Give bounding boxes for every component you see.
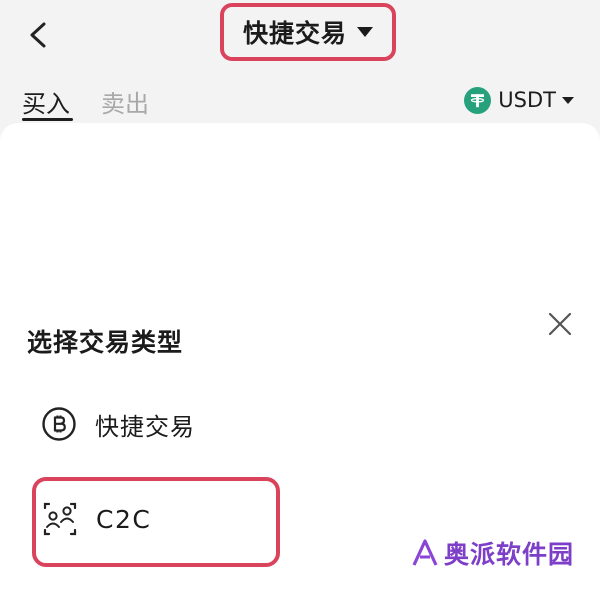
watermark-text: 奥派软件园 [444,540,575,569]
option-c2c[interactable]: C2C [41,497,151,541]
page-title: 快捷交易 [242,19,347,48]
sheet-title: 选择交易类型 [27,328,184,357]
option-quick-trade[interactable]: 快捷交易 [40,402,195,446]
tab-sell[interactable]: 卖出 [101,84,149,119]
caret-down-icon [357,27,373,37]
tab-buy[interactable]: 买入 [22,84,70,119]
caret-down-icon [562,96,574,104]
users-icon [41,500,79,538]
currency-label: USDT [498,88,556,112]
option-label: C2C [96,504,152,534]
watermark: 奥派软件园 [410,533,574,573]
tether-icon [464,86,492,114]
option-label: 快捷交易 [95,412,195,441]
active-tab-indicator [22,118,73,121]
close-icon [548,312,572,336]
brand-logo-icon [410,538,440,568]
close-button[interactable] [546,310,574,338]
chevron-left-icon [30,22,46,48]
currency-selector[interactable]: USDT [464,86,574,114]
back-button[interactable] [22,18,54,52]
trade-type-selector[interactable]: 快捷交易 [220,3,396,61]
bitcoin-coin-icon [40,405,78,443]
